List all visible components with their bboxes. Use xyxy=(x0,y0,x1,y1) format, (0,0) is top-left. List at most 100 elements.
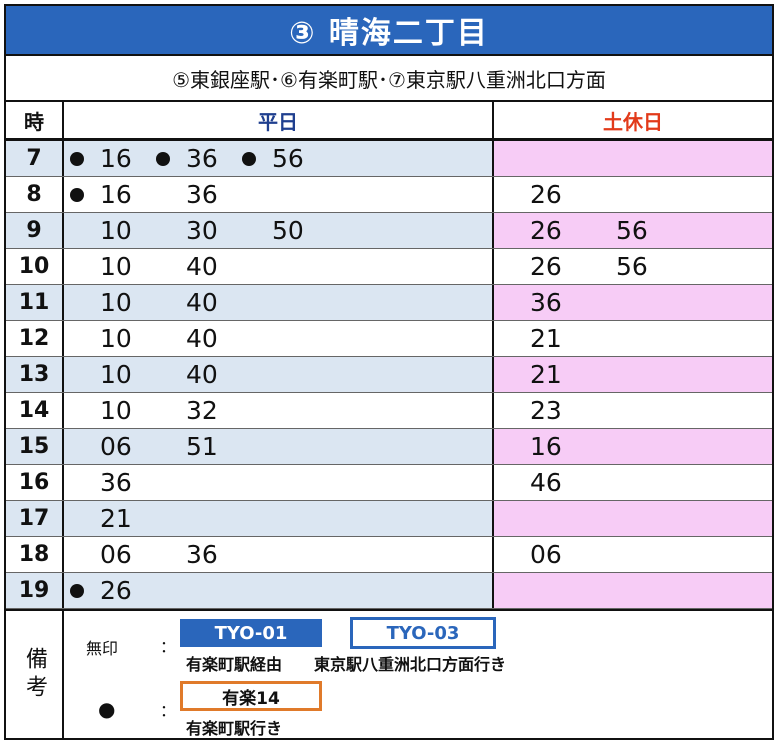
table-row: 8 16 36 26 xyxy=(6,177,772,213)
yuraku14-dot-marker xyxy=(156,151,170,166)
holiday-column-header: 土休日 xyxy=(603,109,663,134)
column-header-row: 時 平日 土休日 xyxy=(6,102,772,141)
table-row: 18 06 36 06 xyxy=(6,537,772,573)
departure-minute: 40 xyxy=(186,252,218,281)
table-row: 17 21 xyxy=(6,501,772,537)
table-row: 15 06 51 16 xyxy=(6,429,772,465)
departure-minute: 36 xyxy=(530,288,562,317)
table-row: 7 16 36 56 xyxy=(6,141,772,177)
timetable-rows: 7 16 36 56 8 16 36 26 9 10 30 50 26 56 10 10 40 26 56 11 10 4… xyxy=(6,141,772,609)
departure-minute: 36 xyxy=(186,180,218,209)
departure-minute: 10 xyxy=(100,324,132,353)
departure-minute: 10 xyxy=(100,288,132,317)
yuraku14-dot-marker xyxy=(70,151,84,166)
remarks-section: 備考 無印 ： TYO-01 TYO-03 有楽町駅経由 東京駅八重洲北口方面行… xyxy=(6,609,772,738)
departure-minute: 21 xyxy=(530,360,562,389)
hour-cell: 17 xyxy=(6,501,64,536)
table-row: 14 10 32 23 xyxy=(6,393,772,429)
departure-minute: 16 xyxy=(100,144,132,173)
holiday-times-cell: 26 xyxy=(494,177,772,212)
hour-cell: 16 xyxy=(6,465,64,500)
departure-minute: 26 xyxy=(530,252,562,281)
yuraku14-dot-marker xyxy=(242,151,256,166)
weekday-times-cell: 10 40 xyxy=(64,357,494,392)
direction-subtitle: ⑤東銀座駅･⑥有楽町駅･⑦東京駅八重洲北口方面 xyxy=(6,56,772,102)
departure-minute: 26 xyxy=(530,180,562,209)
no-mark-label: 無印 xyxy=(86,639,119,658)
departure-minute: 40 xyxy=(186,360,218,389)
departure-minute: 10 xyxy=(100,252,132,281)
departure-minute: 40 xyxy=(186,324,218,353)
departure-minute: 56 xyxy=(616,252,648,281)
holiday-times-cell xyxy=(494,141,772,176)
stop-title: ③ 晴海二丁目 xyxy=(6,6,772,56)
departure-minute: 06 xyxy=(100,540,132,569)
weekday-times-cell: 10 32 xyxy=(64,393,494,428)
departure-minute: 10 xyxy=(100,360,132,389)
hour-cell: 10 xyxy=(6,249,64,284)
yuraku14-description: 有楽町駅行き xyxy=(186,719,283,738)
table-row: 13 10 40 21 xyxy=(6,357,772,393)
departure-minute: 50 xyxy=(272,216,304,245)
departure-minute: 06 xyxy=(530,540,562,569)
hour-column-header: 時 xyxy=(6,102,64,138)
holiday-times-cell: 06 xyxy=(494,537,772,572)
hour-cell: 8 xyxy=(6,177,64,212)
departure-minute: 23 xyxy=(530,396,562,425)
dot-colon: ： xyxy=(160,701,177,720)
hour-cell: 15 xyxy=(6,429,64,464)
departure-minute: 46 xyxy=(530,468,562,497)
table-row: 11 10 40 36 xyxy=(6,285,772,321)
hour-cell: 18 xyxy=(6,537,64,572)
tyo01-description: 有楽町駅経由 xyxy=(186,655,283,674)
weekday-times-cell: 36 xyxy=(64,465,494,500)
holiday-times-cell xyxy=(494,573,772,608)
departure-minute: 36 xyxy=(186,540,218,569)
departure-minute: 56 xyxy=(616,216,648,245)
weekday-column-header: 平日 xyxy=(64,102,494,138)
departure-minute: 26 xyxy=(100,576,132,605)
holiday-times-cell: 21 xyxy=(494,321,772,356)
weekday-times-cell: 10 40 xyxy=(64,249,494,284)
departure-minute: 36 xyxy=(186,144,218,173)
weekday-times-cell: 06 51 xyxy=(64,429,494,464)
no-mark-colon: ： xyxy=(160,637,177,656)
holiday-times-cell: 21 xyxy=(494,357,772,392)
departure-minute: 36 xyxy=(100,468,132,497)
hour-cell: 9 xyxy=(6,213,64,248)
weekday-times-cell: 06 36 xyxy=(64,537,494,572)
remarks-label: 備考 xyxy=(6,611,64,738)
departure-minute: 30 xyxy=(186,216,218,245)
departure-minute: 16 xyxy=(100,180,132,209)
yuraku14-badge: 有楽14 xyxy=(180,681,322,711)
hour-cell: 11 xyxy=(6,285,64,320)
departure-minute: 06 xyxy=(100,432,132,461)
dot-symbol: ● xyxy=(98,697,116,721)
holiday-times-cell: 46 xyxy=(494,465,772,500)
holiday-times-cell: 23 xyxy=(494,393,772,428)
table-row: 10 10 40 26 56 xyxy=(6,249,772,285)
holiday-times-cell xyxy=(494,501,772,536)
departure-minute: 26 xyxy=(530,216,562,245)
table-row: 12 10 40 21 xyxy=(6,321,772,357)
departure-minute: 10 xyxy=(100,216,132,245)
tyo03-description: 東京駅八重洲北口方面行き xyxy=(314,655,507,674)
departure-minute: 21 xyxy=(100,504,132,533)
departure-minute: 51 xyxy=(186,432,218,461)
timetable-frame: ③ 晴海二丁目 ⑤東銀座駅･⑥有楽町駅･⑦東京駅八重洲北口方面 時 平日 土休日… xyxy=(4,4,774,740)
hour-cell: 14 xyxy=(6,393,64,428)
weekday-times-cell: 26 xyxy=(64,573,494,608)
table-row: 16 36 46 xyxy=(6,465,772,501)
hour-cell: 7 xyxy=(6,141,64,176)
timetable-grid: 時 平日 土休日 7 16 36 56 8 16 36 26 9 10 30 50 26 56 10 10 40… xyxy=(6,102,772,609)
hour-cell: 13 xyxy=(6,357,64,392)
weekday-times-cell: 10 30 50 xyxy=(64,213,494,248)
holiday-times-cell: 16 xyxy=(494,429,772,464)
holiday-times-cell: 36 xyxy=(494,285,772,320)
hour-cell: 19 xyxy=(6,573,64,608)
departure-minute: 16 xyxy=(530,432,562,461)
table-row: 9 10 30 50 26 56 xyxy=(6,213,772,249)
weekday-times-cell: 16 36 56 xyxy=(64,141,494,176)
departure-minute: 56 xyxy=(272,144,304,173)
yuraku14-dot-marker xyxy=(70,187,84,202)
